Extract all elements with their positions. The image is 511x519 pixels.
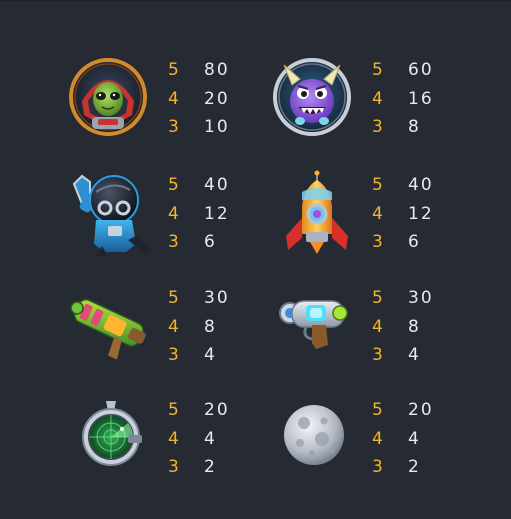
payout-value: 8: [408, 316, 421, 337]
payout-value: 20: [204, 88, 230, 109]
payout-row: 5 40: [168, 175, 288, 204]
payout-value: 4: [204, 345, 217, 365]
payout-value: 20: [408, 400, 434, 420]
payout-list: 5 20 4 4 3 2: [372, 400, 492, 486]
rocket-icon: [272, 170, 362, 260]
paytable-entry-raygun: 5 30 4 8 3 4: [272, 283, 511, 383]
green-blaster-icon: [68, 283, 158, 373]
payout-row: 5 80: [168, 60, 288, 89]
purple-monster-icon: [272, 55, 362, 145]
payout-row: 4 12: [168, 204, 288, 233]
payout-list: 5 40 4 12 3 6: [372, 175, 492, 261]
payout-value: 10: [204, 117, 230, 137]
symbol-count: 5: [372, 288, 384, 308]
payout-row: 4 4: [372, 429, 492, 458]
payout-row: 4 12: [372, 204, 492, 233]
symbol-count: 5: [372, 175, 384, 195]
symbol-count: 3: [168, 345, 180, 365]
symbol-count: 3: [372, 232, 384, 252]
symbol-count: 4: [372, 316, 384, 337]
symbol-count: 4: [372, 428, 384, 449]
payout-row: 4 16: [372, 89, 492, 118]
symbol-count: 3: [372, 457, 384, 477]
alien-astronaut-icon: [68, 55, 158, 145]
payout-value: 4: [408, 428, 421, 449]
symbol-count: 5: [168, 400, 180, 420]
payout-value: 8: [204, 316, 217, 337]
paytable-entry-rocket: 5 40 4 12 3 6: [272, 170, 511, 270]
payout-row: 5 30: [372, 288, 492, 317]
ray-gun-icon: [272, 283, 362, 373]
payout-value: 6: [408, 232, 421, 252]
payout-value: 80: [204, 60, 230, 80]
payout-row: 3 2: [372, 457, 492, 486]
payout-value: 30: [204, 288, 230, 308]
paytable-entry-monster: 5 60 4 16 3 8: [272, 55, 511, 155]
symbol-count: 4: [168, 428, 180, 449]
symbol-count: 5: [168, 175, 180, 195]
payout-value: 20: [204, 400, 230, 420]
payout-row: 3 6: [372, 232, 492, 261]
symbol-count: 4: [168, 316, 180, 337]
symbol-count: 3: [372, 117, 384, 137]
symbol-count: 5: [168, 288, 180, 308]
payout-value: 4: [204, 428, 217, 449]
payout-row: 5 30: [168, 288, 288, 317]
payout-row: 3 10: [168, 117, 288, 146]
payout-value: 2: [408, 457, 421, 477]
payout-row: 5 40: [372, 175, 492, 204]
moon-icon: [272, 395, 362, 485]
payout-list: 5 30 4 8 3 4: [168, 288, 288, 374]
symbol-count: 3: [168, 232, 180, 252]
payout-list: 5 60 4 16 3 8: [372, 60, 492, 146]
payout-row: 3 4: [168, 345, 288, 374]
payout-row: 4 4: [168, 429, 288, 458]
symbol-count: 5: [372, 400, 384, 420]
payout-value: 60: [408, 60, 434, 80]
payout-value: 4: [408, 345, 421, 365]
symbol-count: 5: [372, 60, 384, 80]
radar-icon: [68, 395, 158, 485]
payout-row: 3 8: [372, 117, 492, 146]
payout-row: 3 6: [168, 232, 288, 261]
robot-astronaut-icon: [68, 170, 158, 260]
payout-row: 5 20: [168, 400, 288, 429]
paytable-entry-moon: 5 20 4 4 3 2: [272, 395, 511, 495]
payout-row: 4 8: [168, 317, 288, 346]
payout-value: 12: [204, 203, 230, 224]
payout-row: 3 2: [168, 457, 288, 486]
payout-value: 8: [408, 117, 421, 137]
symbol-count: 3: [168, 117, 180, 137]
payout-value: 2: [204, 457, 217, 477]
payout-list: 5 20 4 4 3 2: [168, 400, 288, 486]
payout-value: 12: [408, 203, 434, 224]
paytable: 5 80 4 20 3 10 5 60 4 16 3 8 5 40 4 12 3…: [0, 0, 511, 519]
symbol-count: 4: [372, 88, 384, 109]
symbol-count: 4: [168, 203, 180, 224]
payout-row: 4 20: [168, 89, 288, 118]
payout-value: 30: [408, 288, 434, 308]
payout-list: 5 40 4 12 3 6: [168, 175, 288, 261]
symbol-count: 5: [168, 60, 180, 80]
symbol-count: 4: [168, 88, 180, 109]
payout-value: 40: [204, 175, 230, 195]
symbol-count: 3: [372, 345, 384, 365]
symbol-count: 3: [168, 457, 180, 477]
payout-row: 5 20: [372, 400, 492, 429]
symbol-count: 4: [372, 203, 384, 224]
payout-row: 3 4: [372, 345, 492, 374]
payout-value: 16: [408, 88, 434, 109]
payout-list: 5 30 4 8 3 4: [372, 288, 492, 374]
payout-value: 6: [204, 232, 217, 252]
payout-row: 5 60: [372, 60, 492, 89]
payout-list: 5 80 4 20 3 10: [168, 60, 288, 146]
payout-value: 40: [408, 175, 434, 195]
payout-row: 4 8: [372, 317, 492, 346]
